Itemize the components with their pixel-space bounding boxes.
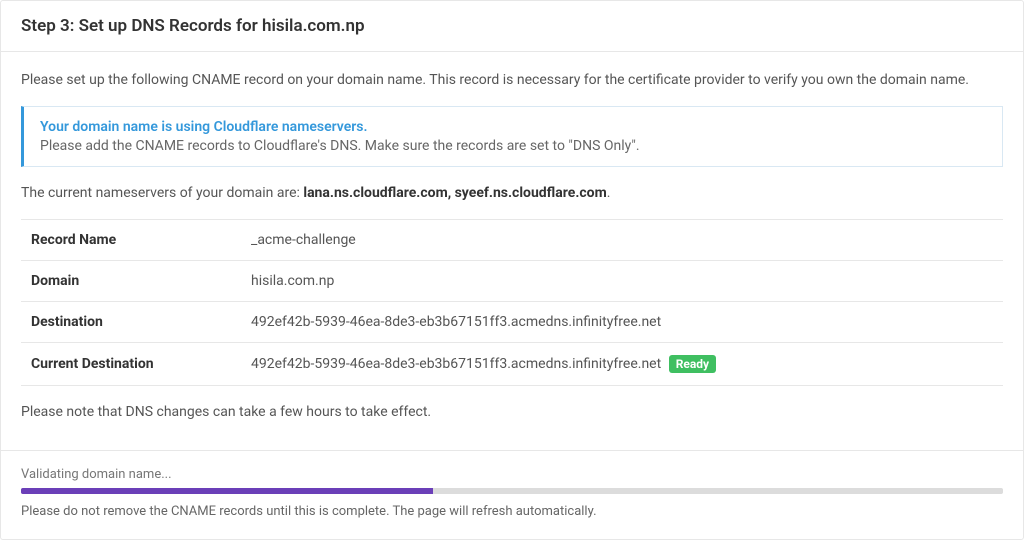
- progress-fill: [21, 488, 433, 494]
- panel-footer: Validating domain name... Please do not …: [1, 450, 1023, 539]
- nameservers-suffix: .: [607, 185, 611, 201]
- panel-body: Please set up the following CNAME record…: [1, 52, 1023, 450]
- panel-header: Step 3: Set up DNS Records for hisila.co…: [1, 1, 1023, 52]
- destination-label: Destination: [21, 302, 241, 343]
- alert-title: Your domain name is using Cloudflare nam…: [40, 119, 986, 135]
- dns-setup-panel: Step 3: Set up DNS Records for hisila.co…: [0, 0, 1024, 540]
- domain-label: Domain: [21, 261, 241, 302]
- table-row-current-destination: Current Destination 492ef42b-5939-46ea-8…: [21, 343, 1003, 386]
- record-name-value: _acme-challenge: [241, 220, 1003, 261]
- footer-note: Please do not remove the CNAME records u…: [21, 504, 1003, 519]
- cloudflare-alert: Your domain name is using Cloudflare nam…: [21, 106, 1003, 167]
- nameservers-text: The current nameservers of your domain a…: [21, 185, 1003, 201]
- current-destination-cell: 492ef42b-5939-46ea-8de3-eb3b67151ff3.acm…: [241, 343, 1003, 386]
- domain-value: hisila.com.np: [241, 261, 1003, 302]
- record-name-label: Record Name: [21, 220, 241, 261]
- ready-badge: Ready: [669, 355, 716, 373]
- alert-text: Please add the CNAME records to Cloudfla…: [40, 138, 986, 154]
- nameservers-prefix: The current nameservers of your domain a…: [21, 185, 303, 201]
- current-destination-value: 492ef42b-5939-46ea-8de3-eb3b67151ff3.acm…: [251, 356, 661, 372]
- table-row-domain: Domain hisila.com.np: [21, 261, 1003, 302]
- destination-value: 492ef42b-5939-46ea-8de3-eb3b67151ff3.acm…: [241, 302, 1003, 343]
- table-row-record-name: Record Name _acme-challenge: [21, 220, 1003, 261]
- current-destination-label: Current Destination: [21, 343, 241, 386]
- intro-text: Please set up the following CNAME record…: [21, 72, 1003, 88]
- progress-bar: [21, 488, 1003, 494]
- dns-note: Please note that DNS changes can take a …: [21, 404, 1003, 420]
- dns-record-table: Record Name _acme-challenge Domain hisil…: [21, 219, 1003, 386]
- panel-title: Step 3: Set up DNS Records for hisila.co…: [21, 16, 1003, 36]
- nameservers-list: lana.ns.cloudflare.com, syeef.ns.cloudfl…: [303, 185, 606, 201]
- validating-text: Validating domain name...: [21, 467, 1003, 482]
- table-row-destination: Destination 492ef42b-5939-46ea-8de3-eb3b…: [21, 302, 1003, 343]
